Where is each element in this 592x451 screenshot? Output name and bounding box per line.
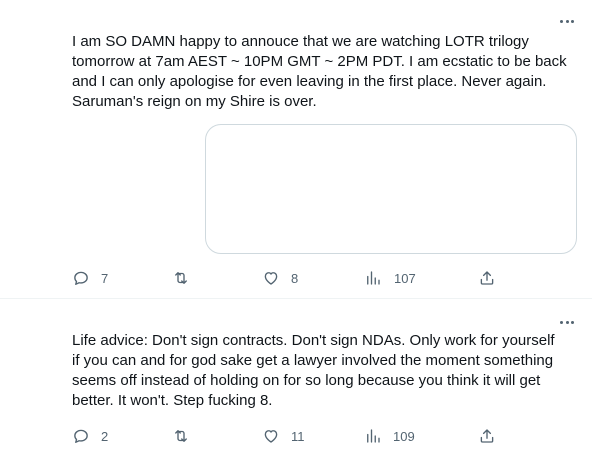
more-options-button[interactable] <box>560 15 574 27</box>
more-dot <box>560 320 563 324</box>
views-bar-chart-icon <box>367 271 380 285</box>
reply-icon <box>74 271 88 285</box>
more-dot <box>560 19 563 23</box>
more-dot <box>565 19 569 23</box>
share-button[interactable] <box>478 268 496 288</box>
tweet-text: I am SO DAMN happy to annouce that we ar… <box>72 33 567 110</box>
tweet[interactable]: Life advice: Don't sign contracts. Don't… <box>0 299 592 451</box>
tweet-actions: 2 11 109 <box>72 426 502 446</box>
share-button[interactable] <box>478 426 496 446</box>
heart-icon <box>264 430 278 443</box>
reply-button[interactable]: 7 <box>72 268 108 288</box>
views-button[interactable]: 107 <box>364 268 416 288</box>
views-count: 107 <box>394 270 416 286</box>
retweet-icon <box>175 272 187 284</box>
tweet[interactable]: I am SO DAMN happy to annouce that we ar… <box>0 0 592 298</box>
media-card[interactable] <box>205 124 577 254</box>
like-button[interactable]: 8 <box>262 268 298 288</box>
reply-icon <box>74 429 88 443</box>
share-icon <box>480 429 494 443</box>
like-count: 11 <box>291 428 305 444</box>
more-dot <box>565 320 569 324</box>
views-bar-chart-icon <box>367 429 380 443</box>
views-button[interactable]: 109 <box>364 426 415 446</box>
retweet-icon <box>175 430 187 442</box>
tweet-text: Life advice: Don't sign contracts. Don't… <box>72 332 555 409</box>
like-button[interactable]: 11 <box>262 426 305 446</box>
like-count: 8 <box>291 270 299 286</box>
more-options-button[interactable] <box>560 316 574 328</box>
tweet-actions: 7 8 107 <box>72 268 502 288</box>
reply-count: 2 <box>101 428 109 444</box>
views-count: 109 <box>393 428 415 444</box>
reply-count: 7 <box>101 270 109 286</box>
heart-icon <box>264 272 278 285</box>
retweet-button[interactable] <box>172 426 201 446</box>
share-icon <box>480 271 494 285</box>
more-dot <box>571 320 574 324</box>
more-dot <box>571 19 574 23</box>
retweet-button[interactable] <box>172 268 201 288</box>
reply-button[interactable]: 2 <box>72 426 108 446</box>
